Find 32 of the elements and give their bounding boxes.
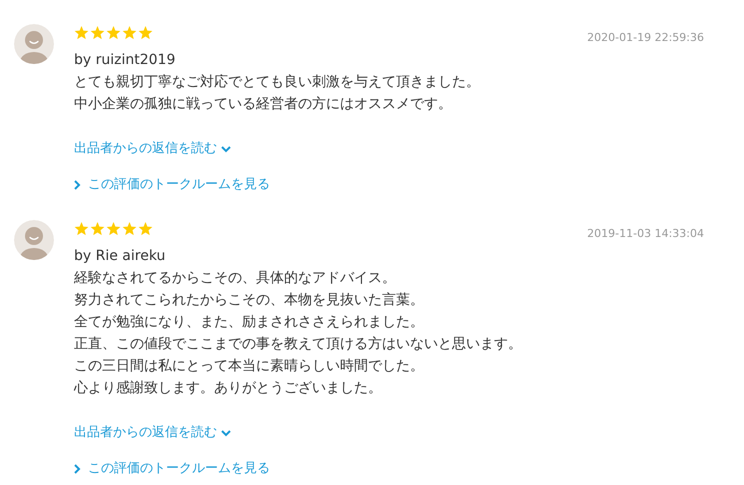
star-icon bbox=[122, 222, 137, 236]
chevron-down-icon bbox=[221, 146, 231, 152]
avatar-icon bbox=[14, 220, 54, 260]
star-icon bbox=[90, 26, 105, 40]
reviewer-name: by Rie aireku bbox=[74, 247, 166, 266]
review-text: 正直、この値段でここまでの事を教えて頂ける方はいないと思います。 bbox=[74, 335, 522, 354]
star-icon bbox=[122, 26, 137, 40]
chevron-right-icon bbox=[74, 464, 81, 474]
review-text: とても親切丁寧なご対応でとても良い刺激を与えて頂きました。 bbox=[74, 73, 480, 92]
review-date: 2019-11-03 14:33:04 bbox=[587, 226, 704, 242]
reviewer-name: by ruizint2019 bbox=[74, 51, 176, 70]
avatar-icon bbox=[14, 24, 54, 64]
star-icon bbox=[106, 26, 121, 40]
star-icon bbox=[138, 222, 153, 236]
read-reply-link[interactable]: 出品者からの返信を読む bbox=[74, 138, 231, 160]
talkroom-link[interactable]: この評価のトークルームを見る bbox=[74, 458, 270, 480]
star-icon bbox=[138, 26, 153, 40]
chevron-down-icon bbox=[221, 430, 231, 436]
review-text: 中小企業の孤独に戦っている経営者の方にはオススメです。 bbox=[74, 95, 452, 114]
review-text: 努力されてこられたからこその、本物を見抜いた言葉。 bbox=[74, 291, 424, 310]
star-icon bbox=[90, 222, 105, 236]
review-text: 全てが勉強になり、また、励まされささえられました。 bbox=[74, 313, 424, 332]
chevron-right-icon bbox=[74, 180, 81, 190]
read-reply-link[interactable]: 出品者からの返信を読む bbox=[74, 422, 231, 444]
review-text: この三日間は私にとって本当に素晴らしい時間でした。 bbox=[74, 357, 424, 376]
review-date: 2020-01-19 22:59:36 bbox=[587, 30, 704, 46]
review-text: 経験なされてるからこその、具体的なアドバイス。 bbox=[74, 269, 396, 288]
talkroom-link[interactable]: この評価のトークルームを見る bbox=[74, 174, 270, 196]
review-text: 心より感謝致します。ありがとうございました。 bbox=[74, 379, 382, 398]
star-icon bbox=[106, 222, 121, 236]
star-icon bbox=[74, 26, 89, 40]
star-icon bbox=[74, 222, 89, 236]
